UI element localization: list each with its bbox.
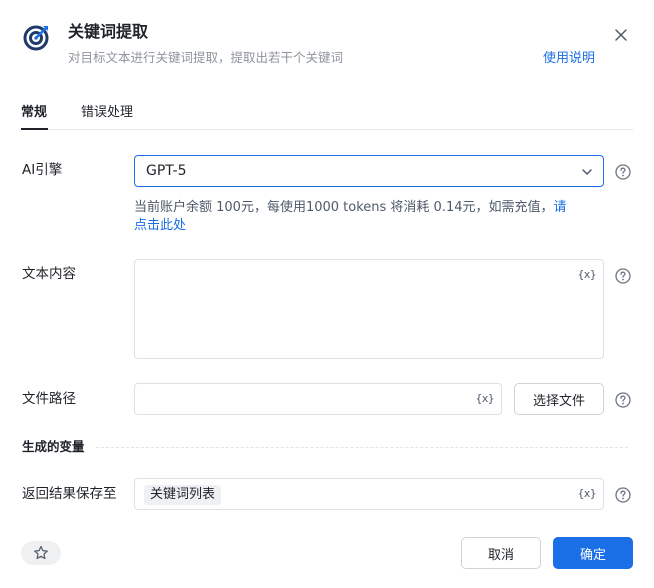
recharge-link-part1[interactable]: 请	[554, 200, 567, 215]
variable-tag: 关键词列表	[144, 485, 222, 505]
section-divider	[96, 447, 628, 448]
file-path-help-icon[interactable]	[615, 392, 631, 408]
text-content-input[interactable]: {x}	[134, 259, 604, 359]
close-icon	[615, 29, 627, 41]
save-result-label: 返回结果保存至	[22, 486, 117, 502]
choose-file-button[interactable]: 选择文件	[514, 383, 604, 415]
text-content-help-icon[interactable]	[615, 268, 631, 284]
tab-error-handling-label: 错误处理	[81, 105, 134, 120]
balance-hint-text: 当前账户余额 100元，每使用1000 tokens 将消耗 0.14元，如需充…	[134, 200, 554, 215]
variable-insert-icon[interactable]: {x}	[578, 487, 597, 501]
confirm-button[interactable]: 确定	[553, 537, 633, 569]
save-result-help-icon[interactable]	[615, 487, 631, 503]
variable-insert-icon[interactable]: {x}	[476, 392, 495, 406]
close-button[interactable]	[608, 22, 634, 48]
dialog-subtitle: 对目标文本进行关键词提取，提取出若干个关键词	[68, 50, 344, 65]
star-icon	[34, 545, 48, 560]
tab-general[interactable]: 常规	[21, 104, 47, 122]
engine-help-icon[interactable]	[615, 164, 631, 180]
dialog-title: 关键词提取	[68, 22, 149, 41]
recharge-link-part2[interactable]: 点击此处	[134, 218, 186, 233]
variable-insert-icon[interactable]: {x}	[578, 268, 597, 282]
chevron-down-icon	[582, 169, 592, 175]
output-section-title: 生成的变量	[22, 439, 85, 454]
confirm-button-label: 确定	[579, 547, 606, 563]
target-arrow-icon	[21, 21, 53, 53]
engine-label: AI引擎	[22, 162, 63, 178]
tab-error-handling[interactable]: 错误处理	[81, 104, 133, 122]
tab-bar: 常规 错误处理	[21, 100, 633, 130]
active-tab-indicator	[21, 128, 48, 130]
cancel-button-label: 取消	[487, 547, 514, 563]
balance-hint: 当前账户余额 100元，每使用1000 tokens 将消耗 0.14元，如需充…	[134, 199, 604, 235]
choose-file-button-label: 选择文件	[532, 393, 585, 409]
engine-select-value: GPT-5	[146, 163, 187, 179]
text-content-label: 文本内容	[22, 266, 76, 282]
usage-help-link[interactable]: 使用说明	[543, 50, 595, 68]
file-path-input[interactable]: {x}	[134, 383, 502, 415]
tab-general-label: 常规	[21, 105, 48, 120]
save-result-input[interactable]: 关键词列表 {x}	[134, 478, 604, 510]
file-path-label: 文件路径	[22, 391, 76, 407]
cancel-button[interactable]: 取消	[461, 537, 541, 569]
favorite-button[interactable]	[21, 541, 61, 565]
engine-select[interactable]: GPT-5	[134, 155, 604, 187]
